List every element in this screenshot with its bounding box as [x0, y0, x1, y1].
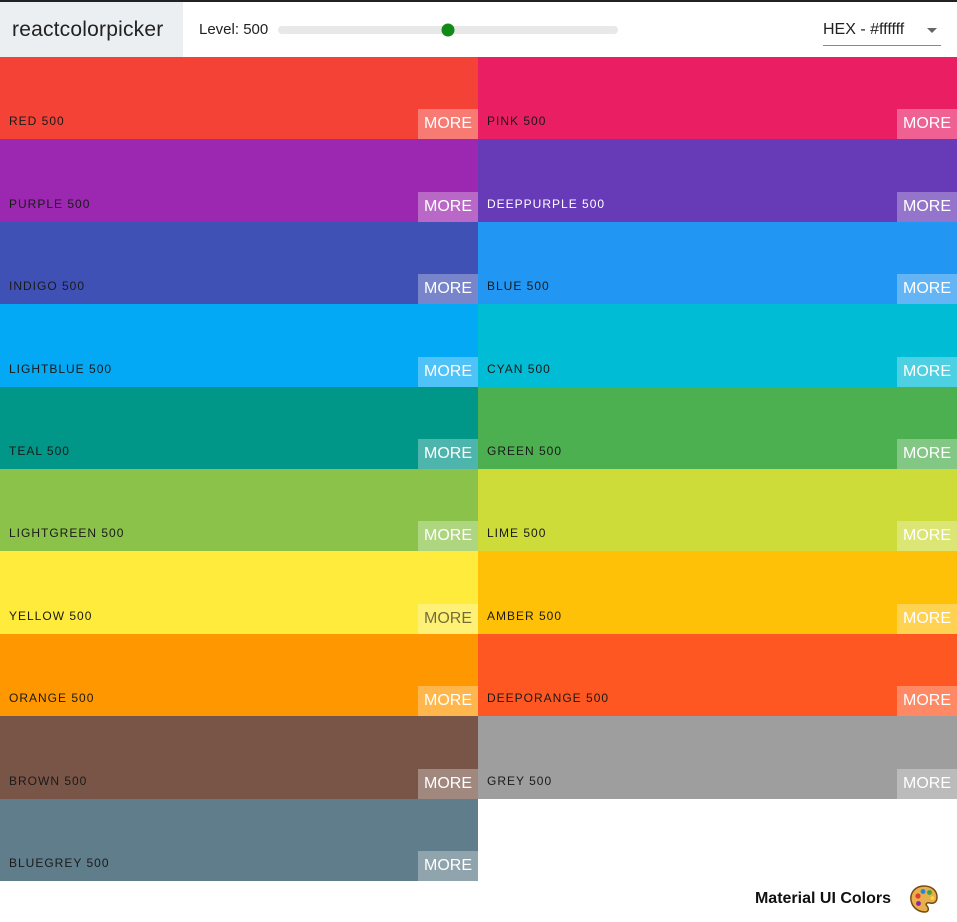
color-box-name: DEEPORANGE 500 [487, 691, 610, 706]
more-button[interactable]: MORE [897, 356, 957, 387]
level-slider[interactable] [278, 23, 619, 36]
color-box[interactable]: RED 500 MORE [0, 57, 478, 140]
color-box-name: TEAL 500 [9, 443, 70, 458]
color-box[interactable]: INDIGO 500 MORE [0, 221, 478, 305]
color-box[interactable]: LIGHTGREEN 500 MORE [0, 468, 478, 552]
color-box-name: PURPLE 500 [9, 196, 91, 211]
format-select-value: HEX - #ffffff [823, 20, 905, 38]
color-box-name: GREY 500 [487, 773, 553, 788]
color-box[interactable]: DEEPPURPLE 500 MORE [478, 139, 957, 222]
color-box-name: BROWN 500 [9, 773, 88, 788]
level-control: Level: 500 [199, 21, 619, 38]
navbar: reactcolorpicker Level: 500 HEX - #fffff… [0, 0, 957, 57]
color-box[interactable]: ORANGE 500 MORE [0, 633, 478, 717]
color-box-name: ORANGE 500 [9, 691, 95, 706]
color-box[interactable]: PINK 500 MORE [478, 57, 957, 140]
color-box-name: AMBER 500 [487, 608, 563, 623]
color-box[interactable]: AMBER 500 MORE [478, 551, 957, 634]
color-box-name: INDIGO 500 [9, 279, 86, 294]
color-box-name: LIGHTBLUE 500 [9, 361, 113, 376]
color-box[interactable]: CYAN 500 MORE [478, 304, 957, 387]
palette-footer: Material UI Colors [755, 884, 939, 914]
artist-palette-icon [910, 885, 938, 913]
color-box[interactable]: BLUE 500 MORE [478, 221, 957, 305]
color-box[interactable]: BROWN 500 MORE [0, 716, 478, 799]
more-button[interactable]: MORE [418, 109, 478, 140]
more-button[interactable]: MORE [897, 191, 957, 222]
color-box-name: BLUEGREY 500 [9, 855, 110, 870]
more-button[interactable]: MORE [418, 521, 478, 552]
more-button[interactable]: MORE [897, 603, 957, 634]
color-box[interactable]: LIGHTBLUE 500 MORE [0, 304, 478, 387]
more-button[interactable]: MORE [897, 768, 957, 799]
color-box-name: BLUE 500 [487, 279, 550, 294]
format-select[interactable]: HEX - #ffffff [823, 14, 941, 46]
more-button[interactable]: MORE [418, 686, 478, 717]
color-box[interactable]: GREEN 500 MORE [478, 386, 957, 469]
level-label: Level: 500 [199, 21, 269, 38]
more-button[interactable]: MORE [418, 438, 478, 469]
color-box-name: CYAN 500 [487, 361, 551, 376]
more-button[interactable]: MORE [418, 356, 478, 387]
color-box-name: PINK 500 [487, 114, 547, 129]
color-box[interactable]: TEAL 500 MORE [0, 386, 478, 469]
color-box-name: GREEN 500 [487, 443, 563, 458]
logo-text: reactcolorpicker [12, 17, 164, 41]
color-box-name: YELLOW 500 [9, 608, 93, 623]
color-box[interactable]: PURPLE 500 MORE [0, 139, 478, 222]
more-button[interactable]: MORE [418, 768, 478, 799]
color-palette: RED 500 MORE PINK 500 MORE PURPLE 500 MORE DEE… [0, 57, 957, 881]
color-box[interactable]: YELLOW 500 MORE [0, 551, 478, 634]
color-box[interactable]: DEEPORANGE 500 MORE [478, 633, 957, 717]
palette-title: Material UI Colors [754, 890, 891, 907]
more-button[interactable]: MORE [418, 274, 478, 305]
caret-down-icon [927, 28, 937, 33]
more-button[interactable]: MORE [418, 850, 478, 881]
more-button[interactable]: MORE [418, 603, 478, 634]
more-button[interactable]: MORE [418, 191, 478, 222]
more-button[interactable]: MORE [897, 109, 957, 140]
color-box-name: RED 500 [9, 114, 65, 129]
more-button[interactable]: MORE [897, 686, 957, 717]
color-box[interactable]: GREY 500 MORE [478, 716, 957, 799]
color-box[interactable]: LIME 500 MORE [478, 468, 957, 552]
slider-handle[interactable] [441, 23, 455, 36]
logo[interactable]: reactcolorpicker [0, 2, 183, 57]
color-box-name: DEEPPURPLE 500 [487, 196, 606, 211]
more-button[interactable]: MORE [897, 438, 957, 469]
more-button[interactable]: MORE [897, 521, 957, 552]
more-button[interactable]: MORE [897, 274, 957, 305]
color-box[interactable]: BLUEGREY 500 MORE [0, 798, 478, 881]
color-box-name: LIGHTGREEN 500 [9, 526, 125, 541]
color-box-name: LIME 500 [487, 526, 547, 541]
